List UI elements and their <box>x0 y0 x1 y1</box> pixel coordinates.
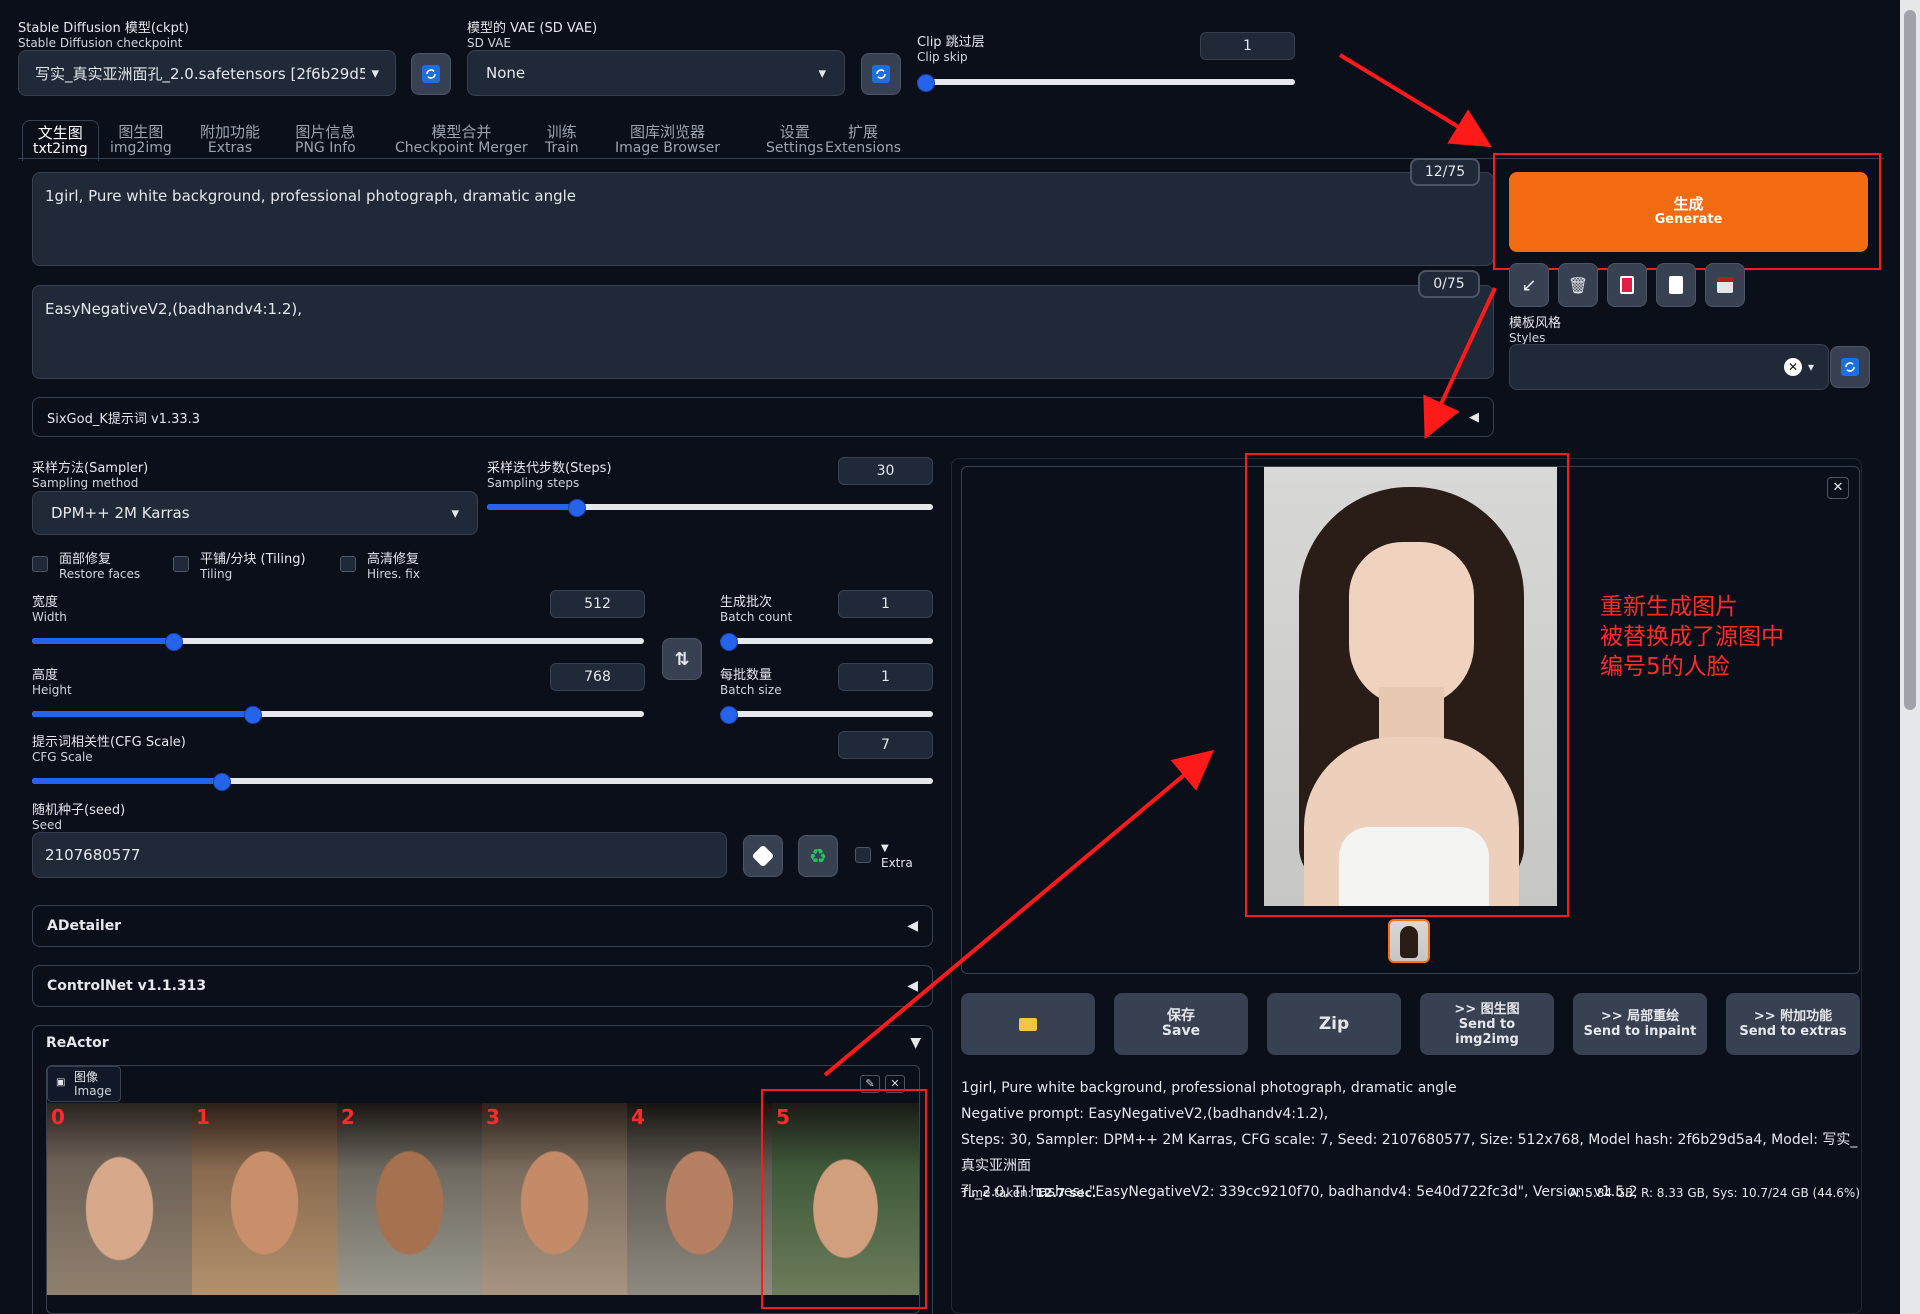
arrow-to-generate <box>1338 53 1492 148</box>
arrow-to-result <box>1423 287 1497 440</box>
page-scrollbar[interactable] <box>1900 0 1920 1314</box>
arrow-from-face <box>823 749 1215 1077</box>
scrollbar-thumb[interactable] <box>1904 10 1916 710</box>
annotation-arrows <box>823 53 1497 1077</box>
